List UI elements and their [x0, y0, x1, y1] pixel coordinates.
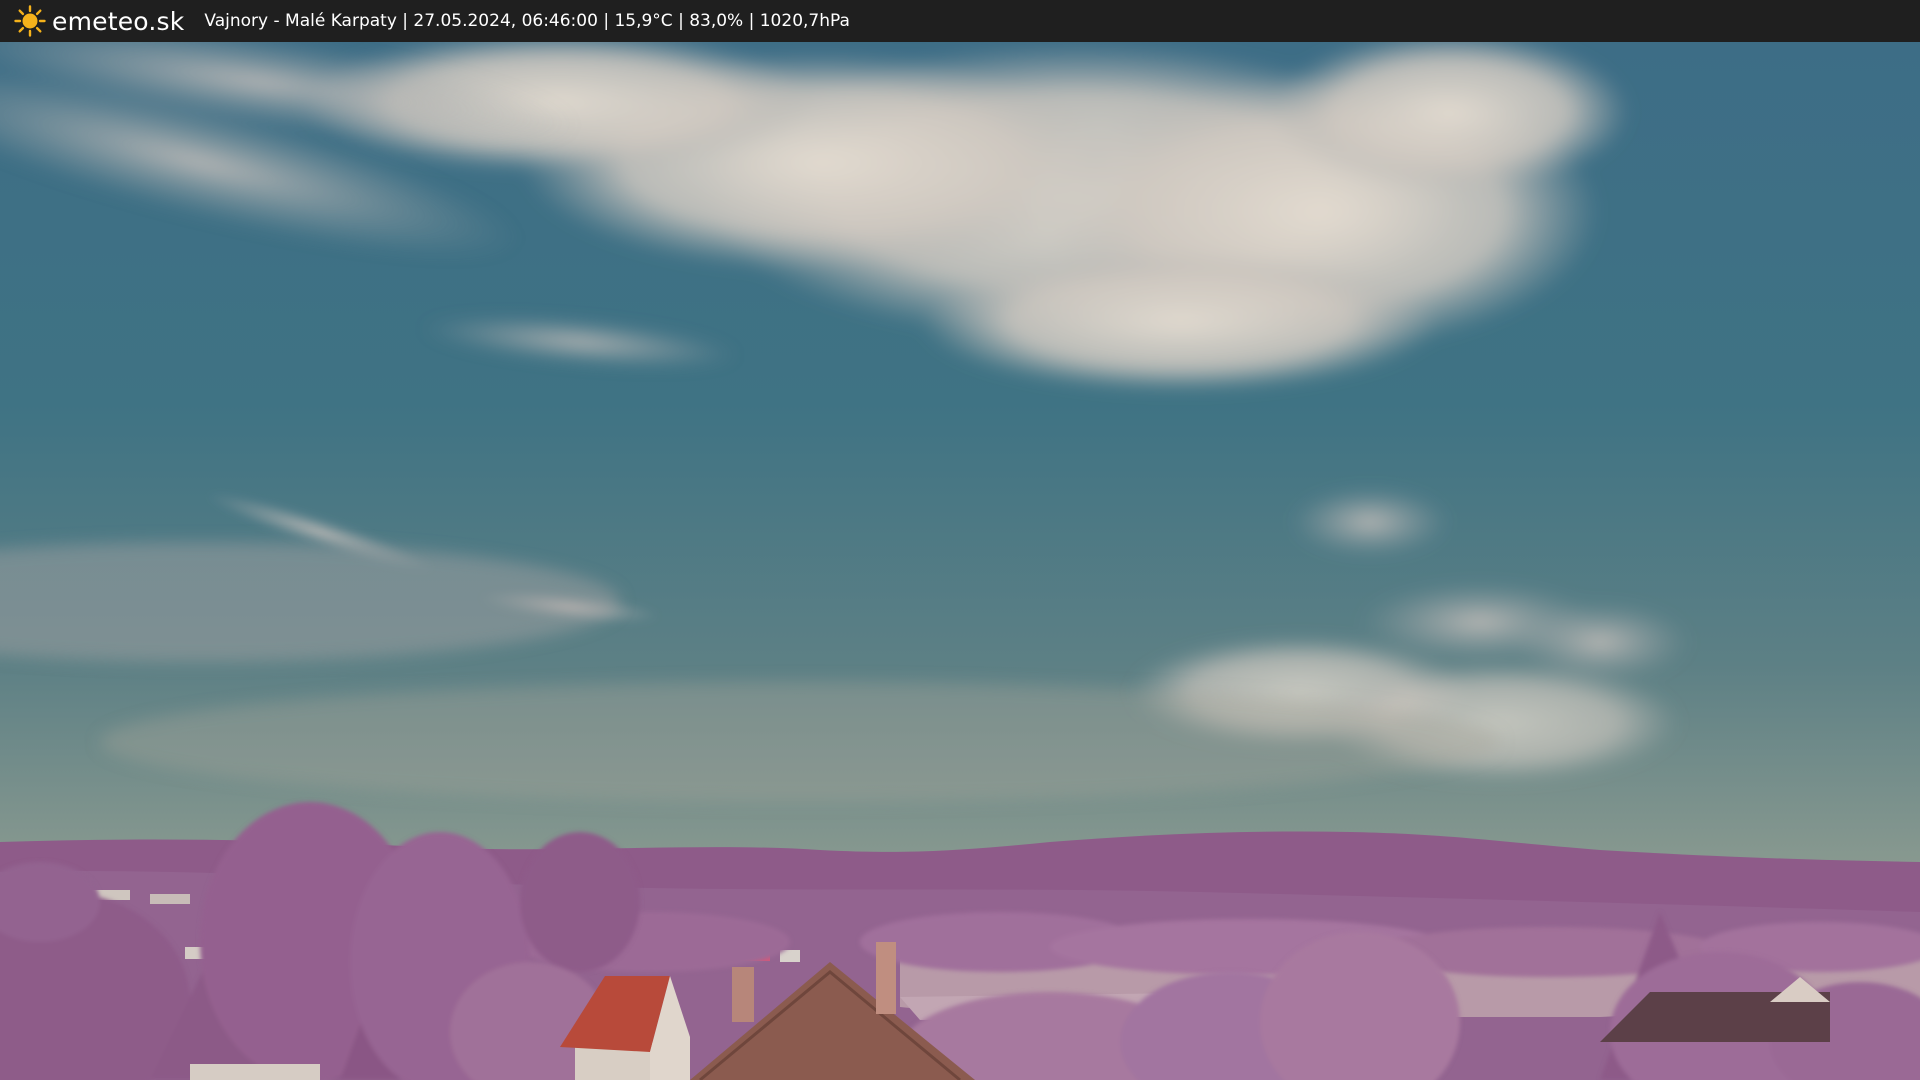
webcam-caption: Vajnory - Malé Karpaty | 27.05.2024, 06:…	[204, 11, 850, 31]
brand-logo[interactable]: emeteo.sk	[14, 5, 184, 37]
sun-icon	[14, 5, 46, 37]
webcam-image	[0, 42, 1920, 1080]
brand-name: emeteo.sk	[52, 6, 185, 36]
top-bar: emeteo.sk Vajnory - Malé Karpaty | 27.05…	[0, 0, 1920, 42]
